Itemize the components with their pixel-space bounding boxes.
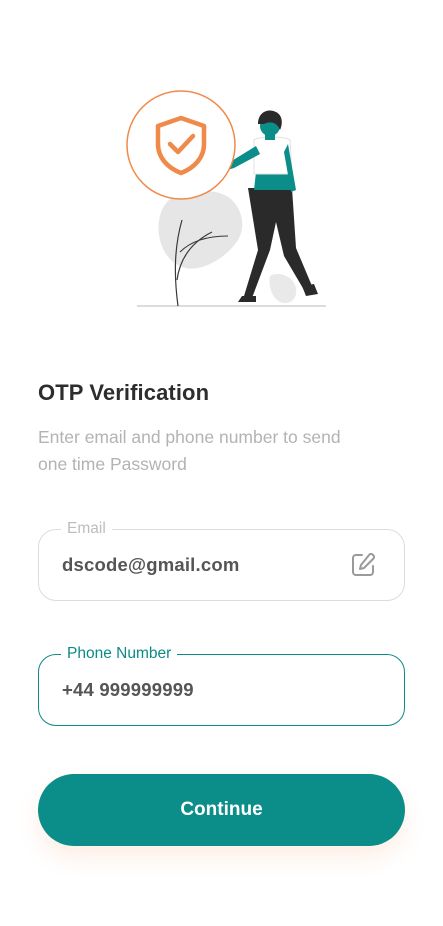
- otp-illustration: [120, 80, 340, 315]
- plant-leaf-large: [158, 190, 243, 269]
- email-field[interactable]: Email dscode@gmail.com: [38, 519, 405, 601]
- page-title: OTP Verification: [38, 380, 210, 405]
- phone-number-field-value[interactable]: +44 999999999: [62, 655, 194, 725]
- shield-circle: [126, 90, 236, 200]
- figure-midriff: [254, 172, 292, 190]
- figure-shoe-right: [302, 284, 318, 296]
- email-field-value[interactable]: dscode@gmail.com: [62, 530, 240, 600]
- page-subtitle: Enter email and phone number to send one…: [38, 427, 341, 474]
- figure-shoe-left: [238, 296, 256, 302]
- continue-button[interactable]: Continue: [38, 774, 405, 846]
- plant-leaf-small: [269, 273, 297, 304]
- otp-illustration-svg: [126, 90, 326, 307]
- edit-icon[interactable]: [350, 552, 376, 578]
- phone-number-field[interactable]: Phone Number +44 999999999: [38, 644, 405, 726]
